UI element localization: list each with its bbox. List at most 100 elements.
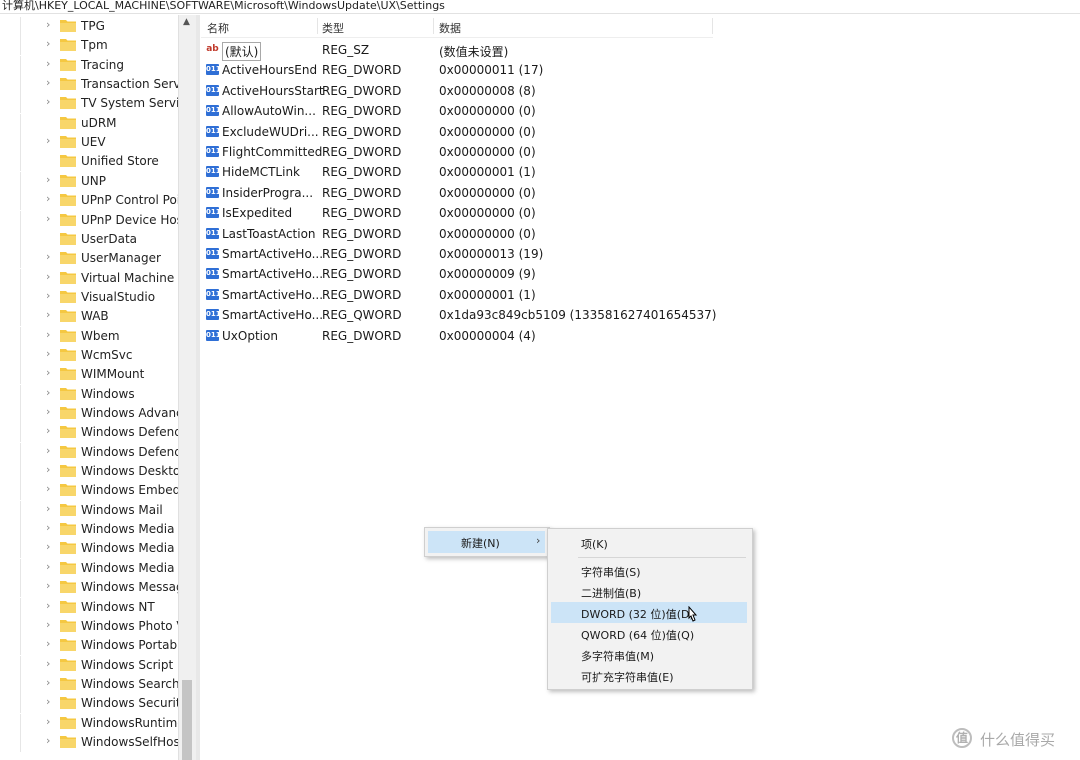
value-row[interactable]: 011 ActiveHoursEnd REG_DWORD 0x00000011 (17… [201,60,801,80]
chevron-right-icon[interactable]: › [46,424,50,437]
tree-item[interactable]: › Windows [0,384,178,404]
chevron-right-icon[interactable]: › [46,540,50,553]
tree-item[interactable]: UserData [0,229,178,249]
chevron-right-icon[interactable]: › [46,599,50,612]
tree-item[interactable]: › Windows Deskto [0,462,178,482]
chevron-right-icon[interactable]: › [46,308,50,321]
chevron-right-icon[interactable]: › [46,347,50,360]
value-row[interactable]: 011 FlightCommitted REG_DWORD 0x00000000 (0… [201,142,801,162]
value-row[interactable]: 011 SmartActiveHo... REG_DWORD 0x00000001 (… [201,285,801,305]
chevron-right-icon[interactable]: › [46,270,50,283]
chevron-right-icon[interactable]: › [46,521,50,534]
value-row[interactable]: 011 ActiveHoursStart REG_DWORD 0x00000008 (… [201,81,801,101]
value-row[interactable]: 011 UxOption REG_DWORD 0x00000004 (4) [201,326,801,346]
column-divider[interactable] [433,18,434,34]
chevron-right-icon[interactable]: › [46,212,50,225]
tree-item[interactable]: › Windows Messag [0,578,178,598]
tree-item[interactable]: › Windows Media [0,520,178,540]
value-row[interactable]: 011 IsExpedited REG_DWORD 0x00000000 (0) [201,203,801,223]
chevron-right-icon[interactable]: › [46,386,50,399]
chevron-right-icon[interactable]: › [46,95,50,108]
pane-splitter[interactable] [196,15,200,760]
chevron-right-icon[interactable]: › [46,37,50,50]
tree-item[interactable]: › UEV [0,133,178,153]
scroll-up-icon[interactable]: ▲ [183,17,190,27]
scroll-thumb[interactable] [182,680,192,760]
column-divider[interactable] [712,18,713,34]
tree-item[interactable]: › Windows Advanc [0,404,178,423]
tree-item[interactable]: › WIMMount [0,365,178,385]
tree-item[interactable]: › Windows Portabl [0,636,178,656]
tree-item[interactable]: › Virtual Machine [0,268,178,288]
chevron-right-icon[interactable]: › [46,328,50,341]
chevron-right-icon[interactable]: › [46,18,50,31]
chevron-right-icon[interactable]: › [46,560,50,573]
tree-item[interactable]: › Transaction Servi [0,75,178,95]
chevron-right-icon[interactable]: › [46,637,50,650]
tree-item[interactable]: › Windows Defend [0,423,178,443]
submenu-item[interactable]: 字符串值(S) [551,560,747,581]
tree-item[interactable]: › WindowsRuntime [0,713,178,733]
chevron-right-icon[interactable]: › [46,444,50,457]
tree-item[interactable]: › Windows Search [0,674,178,694]
column-data-header[interactable]: 数据 [439,20,461,36]
submenu-item[interactable]: 项(K) [551,532,747,553]
tree-item[interactable]: › UserManager [0,249,178,269]
chevron-right-icon[interactable]: › [46,173,50,186]
chevron-right-icon[interactable]: › [46,657,50,670]
value-row[interactable]: 011 InsiderProgra... REG_DWORD 0x00000000 (… [201,183,801,203]
chevron-right-icon[interactable]: › [46,405,50,418]
value-row[interactable]: 011 LastToastAction REG_DWORD 0x00000000 (0… [201,224,801,244]
tree-item[interactable]: › UPnP Control Poi [0,191,178,211]
value-row[interactable]: 011 SmartActiveHo... REG_DWORD 0x00000013 (… [201,244,801,264]
tree-item[interactable]: › WcmSvc [0,345,178,365]
submenu-item[interactable]: 多字符串值(M) [551,644,747,665]
value-row[interactable]: ab (默认) REG_SZ (数值未设置) [201,40,801,61]
tree-item[interactable]: › TPG [0,17,178,36]
chevron-right-icon[interactable]: › [46,463,50,476]
tree-item[interactable]: › Windows Media [0,558,178,578]
submenu-item[interactable]: 可扩充字符串值(E) [551,665,747,686]
chevron-right-icon[interactable]: › [46,289,50,302]
tree-item[interactable]: › Windows Script H [0,655,178,675]
address-bar[interactable]: 计算机\HKEY_LOCAL_MACHINE\SOFTWARE\Microsof… [0,0,1080,14]
column-name-header[interactable]: 名称 [207,20,229,36]
chevron-right-icon[interactable]: › [46,250,50,263]
chevron-right-icon[interactable]: › [46,734,50,747]
chevron-right-icon[interactable]: › [46,676,50,689]
tree-item[interactable]: Unified Store [0,152,178,172]
menu-item-new[interactable]: 新建(N) › [428,531,545,553]
value-row[interactable]: 011 SmartActiveHo... REG_DWORD 0x00000009 (… [201,264,801,284]
value-row[interactable]: 011 ExcludeWUDri... REG_DWORD 0x00000000 (0… [201,122,801,142]
chevron-right-icon[interactable]: › [46,579,50,592]
chevron-right-icon[interactable]: › [46,134,50,147]
value-row[interactable]: 011 SmartActiveHo... REG_QWORD 0x1da93c849c… [201,305,801,325]
chevron-right-icon[interactable]: › [46,57,50,70]
tree-item[interactable]: › Tpm [0,36,178,56]
value-row[interactable]: 011 AllowAutoWin... REG_DWORD 0x00000000 (0… [201,101,801,121]
chevron-right-icon[interactable]: › [46,695,50,708]
chevron-right-icon[interactable]: › [46,618,50,631]
tree-item[interactable]: › WindowsSelfHost [0,732,178,752]
chevron-right-icon[interactable]: › [46,502,50,515]
tree-item[interactable]: › Windows NT [0,597,178,617]
tree-item[interactable]: › Windows Defend [0,442,178,462]
registry-tree[interactable]: › TPG › Tpm › Tracing › Transaction Servi › TV Sy… [0,15,178,760]
tree-item[interactable]: › Windows Photo V [0,616,178,636]
value-row[interactable]: 011 HideMCTLink REG_DWORD 0x00000001 (1) [201,162,801,182]
tree-item[interactable]: › WAB [0,307,178,327]
tree-item[interactable]: › Tracing [0,55,178,75]
tree-item[interactable]: › Windows Security [0,694,178,714]
chevron-right-icon[interactable]: › [46,192,50,205]
submenu-item[interactable]: 二进制值(B) [551,581,747,602]
chevron-right-icon[interactable]: › [46,482,50,495]
submenu-item[interactable]: QWORD (64 位)值(Q) [551,623,747,644]
tree-item[interactable]: › Windows Mail [0,500,178,520]
tree-item[interactable]: › Wbem [0,326,178,346]
tree-item[interactable]: › UPnP Device Hos [0,210,178,230]
chevron-right-icon[interactable]: › [46,715,50,728]
tree-item[interactable]: › Windows Media [0,539,178,559]
chevron-right-icon[interactable]: › [46,366,50,379]
tree-scrollbar[interactable]: ▲ [178,15,196,760]
column-type-header[interactable]: 类型 [322,20,344,36]
